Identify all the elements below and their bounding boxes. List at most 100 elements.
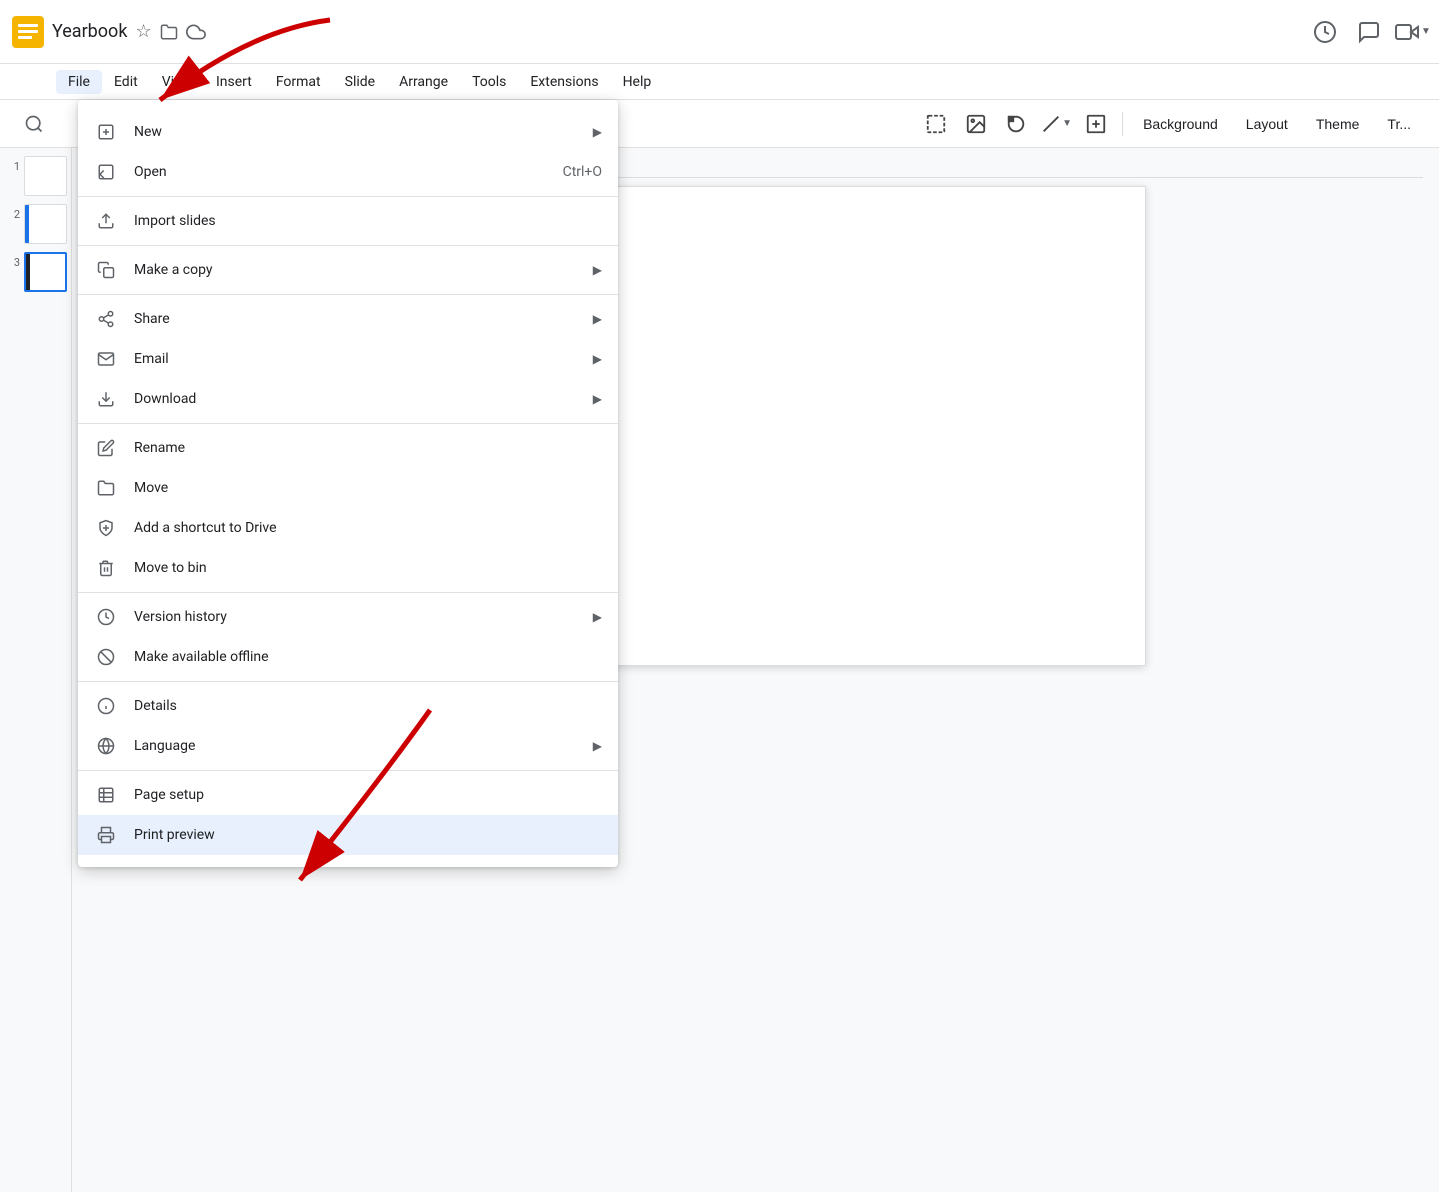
menu-item-download[interactable]: Download ▶: [78, 379, 618, 419]
slide-preview-2[interactable]: [24, 204, 67, 244]
title-section: Yearbook ☆: [52, 21, 206, 43]
slides-panel: 1 2 3: [0, 148, 72, 1192]
slide-preview-3[interactable]: [24, 252, 67, 292]
menu-item-page-setup[interactable]: Page setup: [78, 775, 618, 815]
slide-3-accent: [26, 254, 30, 290]
email-arrow-icon: ▶: [593, 352, 602, 366]
copy-icon: [94, 258, 118, 282]
version-history-label: Version history: [134, 609, 585, 625]
print-preview-label: Print preview: [134, 827, 602, 843]
menu-item-email[interactable]: Email ▶: [78, 339, 618, 379]
file-menu-dropdown: New ▶ Open Ctrl+O Import sl: [78, 100, 618, 867]
menu-bar: File Edit View Insert Format Slide Arran…: [0, 64, 1439, 100]
dropdown-section-file-ops: Rename Move Add a shortcut to Drive: [78, 424, 618, 593]
menu-item-import-slides[interactable]: Import slides: [78, 201, 618, 241]
dropdown-section-history: Version history ▶ Make available offline: [78, 593, 618, 682]
menu-item-share[interactable]: Share ▶: [78, 299, 618, 339]
transition-button[interactable]: Tr...: [1375, 110, 1423, 138]
menu-file[interactable]: File: [56, 70, 102, 94]
comments-icon[interactable]: [1351, 14, 1387, 50]
select-tool-button[interactable]: [918, 106, 954, 142]
language-icon: [94, 734, 118, 758]
rename-icon: [94, 436, 118, 460]
menu-insert[interactable]: Insert: [204, 70, 264, 94]
folder-icon[interactable]: [160, 23, 178, 41]
dropdown-section-share: Share ▶ Email ▶ Download ▶: [78, 295, 618, 424]
menu-item-add-shortcut[interactable]: Add a shortcut to Drive: [78, 508, 618, 548]
menu-extensions[interactable]: Extensions: [518, 70, 610, 94]
menu-help[interactable]: Help: [611, 70, 664, 94]
menu-slide[interactable]: Slide: [333, 70, 387, 94]
version-history-icon: [94, 605, 118, 629]
shapes-button[interactable]: [998, 106, 1034, 142]
download-arrow-icon: ▶: [593, 392, 602, 406]
import-icon: [94, 209, 118, 233]
menu-item-print-preview[interactable]: Print preview: [78, 815, 618, 855]
menu-format[interactable]: Format: [264, 70, 333, 94]
menu-item-rename[interactable]: Rename: [78, 428, 618, 468]
cloud-icon[interactable]: [186, 22, 206, 42]
layout-button[interactable]: Layout: [1234, 110, 1300, 138]
open-label: Open: [134, 164, 547, 180]
share-icon: [94, 307, 118, 331]
menu-item-make-a-copy[interactable]: Make a copy ▶: [78, 250, 618, 290]
menu-item-make-available-offline[interactable]: Make available offline: [78, 637, 618, 677]
copy-arrow-icon: ▶: [593, 263, 602, 277]
menu-edit[interactable]: Edit: [102, 70, 150, 94]
dropdown-section-copy: Make a copy ▶: [78, 246, 618, 295]
slide-thumbnail-1[interactable]: 1: [4, 156, 67, 196]
slide-2-accent: [25, 205, 29, 243]
menu-arrange[interactable]: Arrange: [387, 70, 460, 94]
open-icon: [94, 160, 118, 184]
email-icon: [94, 347, 118, 371]
import-slides-label: Import slides: [134, 213, 602, 229]
move-icon: [94, 476, 118, 500]
search-button[interactable]: [16, 106, 52, 142]
download-icon: [94, 387, 118, 411]
download-label: Download: [134, 391, 585, 407]
menu-item-version-history[interactable]: Version history ▶: [78, 597, 618, 637]
top-right-icons: ▼: [1307, 14, 1431, 50]
language-arrow-icon: ▶: [593, 739, 602, 753]
video-call-icon[interactable]: ▼: [1395, 14, 1431, 50]
new-doc-icon: [94, 120, 118, 144]
offline-icon: [94, 645, 118, 669]
dropdown-section-import: Import slides: [78, 197, 618, 246]
slide-thumbnail-2[interactable]: 2: [4, 204, 67, 244]
toolbar-divider-1: [1122, 112, 1123, 136]
slide-preview-1[interactable]: [24, 156, 67, 196]
new-arrow-icon: ▶: [593, 125, 602, 139]
star-icon[interactable]: ☆: [135, 21, 151, 42]
menu-item-move-to-bin[interactable]: Move to bin: [78, 548, 618, 588]
info-icon: [94, 694, 118, 718]
slide-num-1: 1: [4, 160, 20, 173]
menu-view[interactable]: View: [150, 70, 204, 94]
open-shortcut: Ctrl+O: [563, 164, 602, 180]
doc-title: Yearbook: [52, 21, 127, 43]
slide-num-3: 3: [4, 256, 20, 269]
menu-item-new[interactable]: New ▶: [78, 112, 618, 152]
page-setup-icon: [94, 783, 118, 807]
print-preview-icon: [94, 823, 118, 847]
trash-icon: [94, 556, 118, 580]
move-to-bin-label: Move to bin: [134, 560, 602, 576]
menu-item-details[interactable]: Details: [78, 686, 618, 726]
theme-button[interactable]: Theme: [1304, 110, 1372, 138]
textbox-button[interactable]: [1078, 106, 1114, 142]
page-setup-label: Page setup: [134, 787, 602, 803]
make-available-offline-label: Make available offline: [134, 649, 602, 665]
shortcut-icon: [94, 516, 118, 540]
image-button[interactable]: [958, 106, 994, 142]
slide-thumbnail-3[interactable]: 3: [4, 252, 67, 292]
background-button[interactable]: Background: [1131, 110, 1230, 138]
menu-tools[interactable]: Tools: [460, 70, 518, 94]
menu-item-language[interactable]: Language ▶: [78, 726, 618, 766]
move-label: Move: [134, 480, 602, 496]
line-tool-button[interactable]: ▼: [1038, 106, 1074, 142]
app-icon[interactable]: [8, 12, 48, 52]
menu-item-open[interactable]: Open Ctrl+O: [78, 152, 618, 192]
menu-item-move[interactable]: Move: [78, 468, 618, 508]
make-a-copy-label: Make a copy: [134, 262, 585, 278]
add-shortcut-label: Add a shortcut to Drive: [134, 520, 602, 536]
history-icon[interactable]: [1307, 14, 1343, 50]
